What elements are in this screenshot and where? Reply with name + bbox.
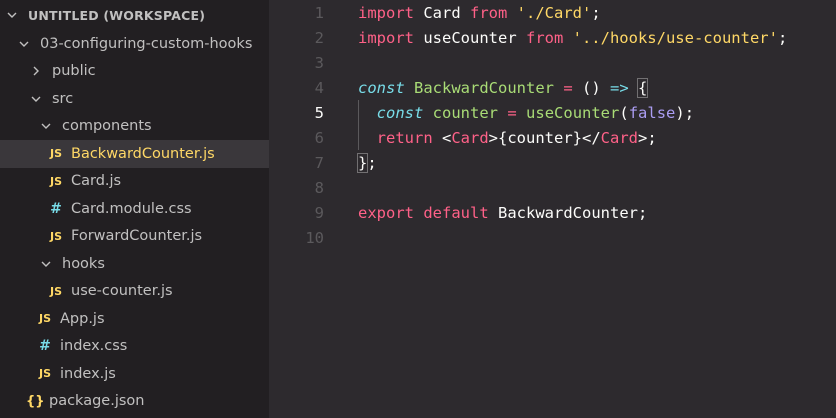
chevron-down-icon xyxy=(18,38,32,50)
tree-item-label: Card.module.css xyxy=(71,200,192,217)
line-number: 9 xyxy=(314,203,324,222)
tree-folder-hooks[interactable]: hooks xyxy=(0,250,269,278)
explorer-sidebar: UNTITLED (WORKSPACE) 03-configuring-cust… xyxy=(0,0,269,418)
code-text: return <Card>{counter}</Card>; xyxy=(376,128,657,147)
code-editor[interactable]: 1 import Card from './Card'; 2 import us… xyxy=(269,0,836,418)
tree-item-label: package.json xyxy=(49,393,145,410)
tree-item-label: Card.js xyxy=(71,173,122,190)
line-number: 6 xyxy=(314,128,324,147)
css-file-icon: # xyxy=(39,338,51,355)
tree-folder-public[interactable]: public xyxy=(0,58,269,86)
js-file-icon: JS xyxy=(49,174,62,188)
vscode-window: UNTITLED (WORKSPACE) 03-configuring-cust… xyxy=(0,0,836,418)
code-text: }; xyxy=(356,152,377,173)
line-number: 1 xyxy=(314,3,324,22)
tree-item-label: use-counter.js xyxy=(71,283,173,300)
line-number: 4 xyxy=(314,78,324,97)
code-line[interactable]: 1 import Card from './Card'; xyxy=(269,0,836,25)
code-line[interactable]: 2 import useCounter from '../hooks/use-c… xyxy=(269,25,836,50)
tree-item-label: components xyxy=(62,118,152,135)
js-file-icon: JS xyxy=(49,229,62,243)
tree-file-backwardcounter[interactable]: JS BackwardCounter.js xyxy=(0,140,269,168)
code-line[interactable]: 8 xyxy=(269,175,836,200)
code-line[interactable]: 3 xyxy=(269,50,836,75)
tree-item-label: index.css xyxy=(60,338,128,355)
tree-file-card[interactable]: JS Card.js xyxy=(0,168,269,196)
tree-file-package-json[interactable]: {} package.json xyxy=(0,388,269,416)
tree-item-label: src xyxy=(52,90,74,107)
workspace-title: UNTITLED (WORKSPACE) xyxy=(28,7,206,23)
tree-file-use-counter[interactable]: JS use-counter.js xyxy=(0,278,269,306)
code-line[interactable]: 6 return <Card>{counter}</Card>; xyxy=(269,125,836,150)
css-file-icon: # xyxy=(50,200,62,217)
js-file-icon: JS xyxy=(38,312,51,326)
tree-folder-src[interactable]: src xyxy=(0,85,269,113)
code-line[interactable]: 7 }; xyxy=(269,150,836,175)
tree-item-label: BackwardCounter.js xyxy=(71,145,215,162)
code-text: const counter = useCounter(false); xyxy=(376,103,695,122)
code-line[interactable]: 9 export default BackwardCounter; xyxy=(269,200,836,225)
js-file-icon: JS xyxy=(49,147,62,161)
line-number: 10 xyxy=(305,228,324,247)
tree-file-index-js[interactable]: JS index.js xyxy=(0,360,269,388)
code-text: export default BackwardCounter; xyxy=(358,203,648,222)
code-text: import Card from './Card'; xyxy=(358,3,601,22)
line-number: 5 xyxy=(314,103,324,122)
tree-file-app[interactable]: JS App.js xyxy=(0,305,269,333)
tree-item-label: 03-configuring-custom-hooks xyxy=(40,35,253,52)
json-file-icon: {} xyxy=(26,393,45,409)
tree-item-label: hooks xyxy=(62,255,105,272)
code-text: const BackwardCounter = () => { xyxy=(358,77,649,98)
code-text: import useCounter from '../hooks/use-cou… xyxy=(358,28,788,47)
chevron-down-icon xyxy=(40,120,54,132)
line-number: 8 xyxy=(314,178,324,197)
chevron-down-icon xyxy=(6,9,20,21)
js-file-icon: JS xyxy=(38,367,51,381)
tree-item-label: index.js xyxy=(60,365,116,382)
line-number: 7 xyxy=(314,153,324,172)
tree-item-label: public xyxy=(52,63,96,80)
code-line-current[interactable]: 5 const counter = useCounter(false); xyxy=(269,100,836,125)
chevron-down-icon xyxy=(40,258,54,270)
tree-folder-project[interactable]: 03-configuring-custom-hooks xyxy=(0,30,269,58)
tree-file-forwardcounter[interactable]: JS ForwardCounter.js xyxy=(0,223,269,251)
line-number: 2 xyxy=(314,28,324,47)
tree-file-index-css[interactable]: # index.css xyxy=(0,333,269,361)
tree-item-label: App.js xyxy=(60,310,105,327)
js-file-icon: JS xyxy=(49,284,62,298)
code-line[interactable]: 4 const BackwardCounter = () => { xyxy=(269,75,836,100)
tree-folder-components[interactable]: components xyxy=(0,113,269,141)
code-line[interactable]: 10 xyxy=(269,225,836,250)
tree-file-card-css[interactable]: # Card.module.css xyxy=(0,195,269,223)
chevron-down-icon xyxy=(30,93,44,105)
chevron-right-icon xyxy=(30,65,44,77)
line-number: 3 xyxy=(314,53,324,72)
tree-item-label: ForwardCounter.js xyxy=(71,228,203,245)
workspace-header[interactable]: UNTITLED (WORKSPACE) xyxy=(0,0,269,30)
